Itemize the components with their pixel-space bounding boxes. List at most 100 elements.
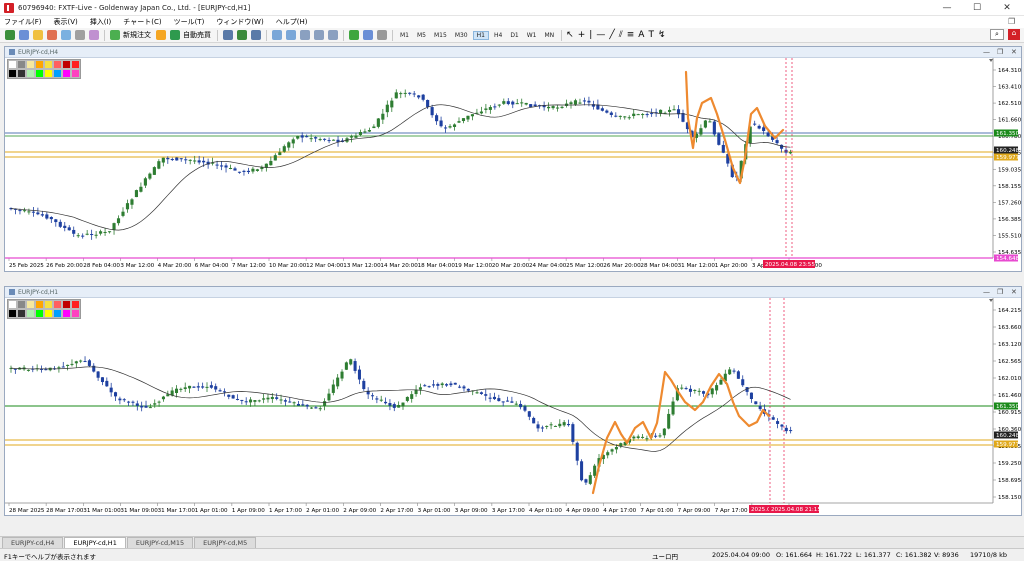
color-swatch[interactable]	[26, 69, 35, 78]
color-swatch[interactable]	[35, 60, 44, 69]
color-swatch[interactable]	[44, 69, 53, 78]
indicators-icon[interactable]	[349, 30, 359, 40]
navigator-icon[interactable]	[61, 30, 71, 40]
new-order-button[interactable]: 新規注文	[123, 30, 151, 40]
candlestick-icon[interactable]	[237, 30, 247, 40]
data-window-icon[interactable]	[47, 30, 57, 40]
vertical-line-icon[interactable]: |	[589, 30, 592, 40]
timeframe-h1[interactable]: H1	[472, 30, 489, 40]
menu-window[interactable]: ウィンドウ(W)	[216, 17, 263, 27]
terminal-icon[interactable]	[75, 30, 85, 40]
color-swatch[interactable]	[53, 309, 62, 318]
timeframe-d1[interactable]: D1	[507, 32, 521, 39]
chart-close-button[interactable]: ✕	[1011, 48, 1017, 56]
tab-eurjpy-m5[interactable]: EURJPY-cd,M5	[194, 537, 257, 548]
tile-windows-icon[interactable]	[300, 30, 310, 40]
mdi-restore-icon[interactable]: ❐	[1008, 17, 1015, 26]
color-swatch[interactable]	[62, 309, 71, 318]
color-swatch[interactable]	[71, 309, 80, 318]
color-swatch[interactable]	[35, 300, 44, 309]
line-chart-icon[interactable]	[251, 30, 261, 40]
horizontal-line-icon[interactable]: —	[596, 30, 605, 40]
color-swatch[interactable]	[17, 69, 26, 78]
color-swatch[interactable]	[44, 300, 53, 309]
crosshair-icon[interactable]: +	[578, 30, 586, 40]
timeframe-m30[interactable]: M30	[452, 32, 471, 39]
color-swatch[interactable]	[17, 60, 26, 69]
color-swatch[interactable]	[44, 309, 53, 318]
color-palette-h4[interactable]	[7, 59, 81, 79]
community-icon[interactable]: ⌂	[1008, 29, 1020, 40]
fibonacci-icon[interactable]: ≡	[627, 30, 635, 40]
color-palette-h1[interactable]	[7, 299, 81, 319]
chart-window-h1[interactable]: EURJPY-cd,H1 — ❐ ✕ 164.215 163.660 163.120…	[4, 286, 1022, 516]
metaeditor-icon[interactable]	[156, 30, 166, 40]
color-swatch[interactable]	[44, 60, 53, 69]
chart-minimize-button[interactable]: —	[983, 48, 990, 56]
color-swatch[interactable]	[17, 300, 26, 309]
auto-trade-button[interactable]: 自動売買	[183, 30, 211, 40]
color-swatch[interactable]	[62, 60, 71, 69]
color-swatch[interactable]	[53, 300, 62, 309]
maximize-button[interactable]: ☐	[962, 0, 992, 16]
auto-trade-icon[interactable]	[170, 30, 180, 40]
price-chart-h4[interactable]: 164.310163.410162.510161.660160.780159.9…	[5, 58, 1021, 271]
color-swatch[interactable]	[71, 300, 80, 309]
minimize-button[interactable]: —	[932, 0, 962, 16]
tester-icon[interactable]	[89, 30, 99, 40]
timeframe-w1[interactable]: W1	[524, 32, 540, 39]
zoom-in-icon[interactable]	[272, 30, 282, 40]
color-swatch[interactable]	[53, 60, 62, 69]
tab-eurjpy-m15[interactable]: EURJPY-cd,M15	[126, 537, 194, 548]
timeframe-m15[interactable]: M15	[431, 32, 450, 39]
new-chart-icon[interactable]	[5, 30, 15, 40]
label-tool-icon[interactable]: T	[648, 30, 654, 40]
arrows-tool-icon[interactable]: ↯	[658, 30, 666, 40]
channel-icon[interactable]: ⫽	[619, 30, 623, 40]
search-icon[interactable]: ⌕	[990, 29, 1004, 40]
color-swatch[interactable]	[71, 60, 80, 69]
color-swatch[interactable]	[26, 60, 35, 69]
menu-chart[interactable]: チャート(C)	[123, 17, 161, 27]
bar-chart-icon[interactable]	[223, 30, 233, 40]
menu-tools[interactable]: ツール(T)	[174, 17, 205, 27]
menu-file[interactable]: ファイル(F)	[4, 17, 42, 27]
color-swatch[interactable]	[26, 300, 35, 309]
chart-maximize-button[interactable]: ❐	[997, 288, 1003, 296]
templates-icon[interactable]	[377, 30, 387, 40]
color-swatch[interactable]	[35, 69, 44, 78]
price-chart-h1[interactable]: 164.215 163.660 163.120 162.565 162.010 161.4…	[5, 298, 1021, 515]
color-swatch[interactable]	[8, 60, 17, 69]
chart-minimize-button[interactable]: —	[983, 288, 990, 296]
menu-view[interactable]: 表示(V)	[54, 17, 78, 27]
timeframe-mn[interactable]: MN	[542, 32, 558, 39]
chart-close-button[interactable]: ✕	[1011, 288, 1017, 296]
autoscroll-icon[interactable]	[328, 30, 338, 40]
color-swatch[interactable]	[26, 309, 35, 318]
close-button[interactable]: ✕	[992, 0, 1022, 16]
color-swatch[interactable]	[17, 309, 26, 318]
new-order-icon[interactable]	[110, 30, 120, 40]
cursor-icon[interactable]: ↖	[566, 30, 574, 40]
color-swatch[interactable]	[8, 309, 17, 318]
color-swatch[interactable]	[71, 69, 80, 78]
menu-insert[interactable]: 挿入(I)	[90, 17, 112, 27]
chart-window-h4[interactable]: EURJPY-cd,H4 — ❐ ✕ 164.310 163.410 162.510…	[4, 46, 1022, 272]
profiles-icon[interactable]	[19, 30, 29, 40]
market-watch-icon[interactable]	[33, 30, 43, 40]
timeframe-m5[interactable]: M5	[414, 32, 429, 39]
tab-eurjpy-h4[interactable]: EURJPY-cd,H4	[2, 537, 64, 548]
chart-shift-icon[interactable]	[314, 30, 324, 40]
chart-maximize-button[interactable]: ❐	[997, 48, 1003, 56]
color-swatch[interactable]	[53, 69, 62, 78]
color-swatch[interactable]	[35, 309, 44, 318]
color-swatch[interactable]	[62, 300, 71, 309]
zoom-out-icon[interactable]	[286, 30, 296, 40]
menu-help[interactable]: ヘルプ(H)	[276, 17, 308, 27]
periods-icon[interactable]	[363, 30, 373, 40]
timeframe-h4[interactable]: H4	[491, 32, 505, 39]
color-swatch[interactable]	[8, 300, 17, 309]
color-swatch[interactable]	[8, 69, 17, 78]
timeframe-m1[interactable]: M1	[397, 32, 412, 39]
tab-eurjpy-h1[interactable]: EURJPY-cd,H1	[64, 537, 126, 548]
